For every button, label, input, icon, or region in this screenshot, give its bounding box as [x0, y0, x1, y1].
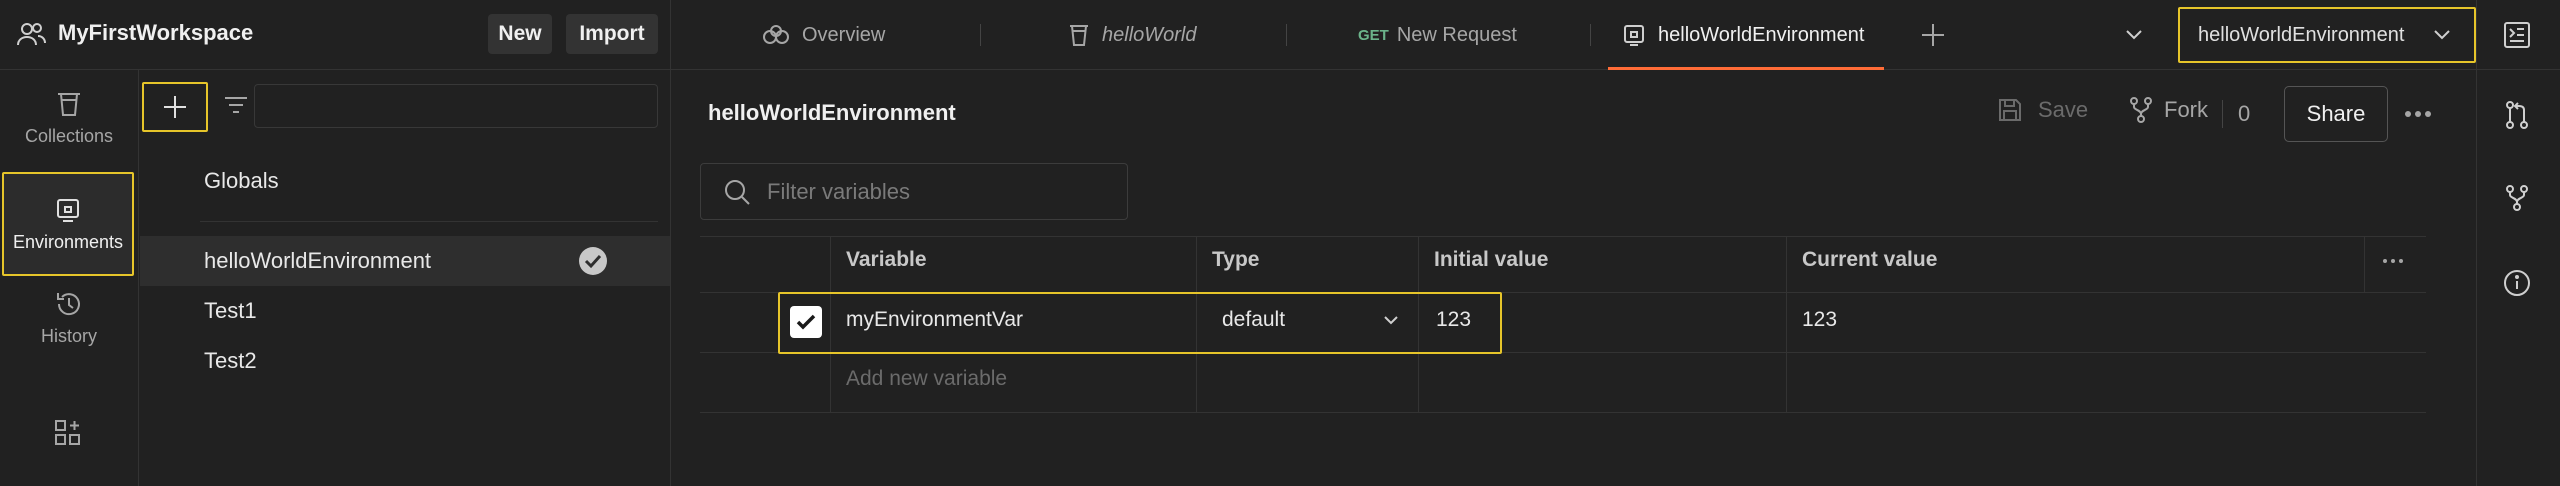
- table-border: [700, 236, 2426, 237]
- column-options-icon[interactable]: [2382, 256, 2404, 266]
- list-item-globals[interactable]: Globals: [140, 156, 670, 206]
- initial-value-field[interactable]: 123: [1436, 308, 1471, 332]
- chevron-down-icon: [2432, 28, 2452, 42]
- search-icon: [723, 178, 751, 206]
- divider: [2476, 0, 2477, 70]
- share-button[interactable]: Share: [2284, 86, 2388, 142]
- environment-search-input[interactable]: [254, 84, 658, 128]
- configure-workbench-icon[interactable]: [53, 418, 83, 448]
- env-label: Globals: [204, 168, 279, 193]
- workspace-title[interactable]: MyFirstWorkspace: [58, 20, 253, 46]
- overview-icon: [762, 25, 790, 45]
- active-check-icon[interactable]: [578, 246, 608, 276]
- list-item-test2[interactable]: Test2: [140, 336, 670, 386]
- tab-new-request[interactable]: GET New Request: [1358, 0, 1517, 70]
- sidebar-item-label: Collections: [24, 126, 114, 146]
- column-divider: [2364, 236, 2365, 292]
- env-label: Test2: [204, 348, 257, 373]
- tab-label: New Request: [1396, 23, 1517, 46]
- table-border: [700, 412, 2426, 413]
- sidebar-item-label: Environments: [12, 231, 124, 252]
- plus-icon: [162, 94, 188, 120]
- chevron-down-icon[interactable]: [2124, 28, 2144, 42]
- environment-selector[interactable]: helloWorldEnvironment: [2178, 7, 2476, 63]
- active-tab-indicator: [1608, 67, 1884, 70]
- console-icon[interactable]: [2502, 20, 2532, 50]
- current-value-field[interactable]: 123: [1802, 308, 1837, 332]
- tab-separator: [1590, 24, 1591, 46]
- fork-label: Fork: [2164, 97, 2208, 122]
- save-icon: [1996, 96, 2024, 124]
- import-button[interactable]: Import: [566, 14, 658, 54]
- variable-name-field[interactable]: myEnvironmentVar: [846, 308, 1023, 332]
- sidebar-item-label: History: [40, 326, 97, 346]
- create-environment-button[interactable]: [142, 82, 208, 132]
- tab-overview[interactable]: Overview: [762, 0, 885, 70]
- tab-label: helloWorldEnvironment: [1658, 23, 1865, 46]
- filter-variables-input[interactable]: Filter variables: [700, 163, 1128, 220]
- fork-button[interactable]: Fork: [2128, 96, 2208, 124]
- column-divider: [1786, 236, 1787, 412]
- tab-helloworld[interactable]: helloWorld: [1068, 0, 1196, 70]
- sidebar-item-collections[interactable]: Collections: [0, 90, 138, 147]
- tab-label: helloWorld: [1102, 23, 1197, 46]
- method-badge: GET: [1358, 26, 1389, 44]
- rail-divider: [138, 70, 139, 486]
- divider: [670, 0, 671, 70]
- save-button[interactable]: Save: [1996, 96, 2088, 124]
- pull-request-icon[interactable]: [2504, 100, 2530, 130]
- page-title: helloWorldEnvironment: [708, 100, 956, 125]
- collections-icon: [55, 90, 83, 118]
- plus-icon[interactable]: [1920, 22, 1946, 48]
- chevron-down-icon: [1382, 314, 1400, 326]
- more-options-icon[interactable]: [2404, 104, 2432, 124]
- right-rail-divider: [2476, 70, 2477, 486]
- top-bar: MyFirstWorkspace New Import Overview hel…: [0, 0, 2560, 70]
- fork-count: 0: [2238, 101, 2251, 126]
- tab-separator: [1286, 24, 1287, 46]
- env-label: helloWorldEnvironment: [204, 248, 432, 273]
- info-icon[interactable]: [2502, 268, 2532, 298]
- environment-icon: [1622, 23, 1646, 47]
- environments-icon: [54, 196, 82, 224]
- env-label: Test1: [204, 298, 257, 323]
- fork-icon: [2128, 96, 2154, 124]
- list-item-helloworldenvironment[interactable]: helloWorldEnvironment: [140, 236, 670, 286]
- team-icon: [16, 19, 46, 49]
- variable-type-select[interactable]: default: [1222, 308, 1408, 332]
- save-label: Save: [2038, 97, 2089, 122]
- list-item-test1[interactable]: Test1: [140, 286, 670, 336]
- column-header-initial-value: Initial value: [1434, 248, 1549, 271]
- history-icon: [55, 290, 83, 318]
- list-divider: [200, 221, 658, 222]
- column-header-type: Type: [1212, 248, 1260, 271]
- tab-helloworldenvironment[interactable]: helloWorldEnvironment: [1608, 0, 1884, 70]
- tab-separator: [980, 24, 981, 46]
- row-enabled-checkbox[interactable]: [790, 306, 822, 338]
- panel-divider: [670, 70, 671, 486]
- sidebar-item-history[interactable]: History: [0, 290, 138, 347]
- collection-icon: [1068, 23, 1090, 47]
- environment-selector-value: helloWorldEnvironment: [2198, 23, 2405, 46]
- variable-type-value: default: [1222, 308, 1286, 331]
- tab-label: Overview: [802, 23, 886, 46]
- divider: [2222, 100, 2223, 128]
- fork-icon[interactable]: [2504, 184, 2530, 212]
- new-button[interactable]: New: [488, 14, 552, 54]
- add-variable-input[interactable]: Add new variable: [846, 367, 1007, 391]
- filter-placeholder: Filter variables: [767, 178, 911, 204]
- sidebar-item-environments[interactable]: Environments: [2, 172, 134, 276]
- column-header-current-value: Current value: [1802, 248, 1938, 271]
- filter-icon[interactable]: [222, 93, 250, 119]
- column-header-variable: Variable: [846, 248, 927, 271]
